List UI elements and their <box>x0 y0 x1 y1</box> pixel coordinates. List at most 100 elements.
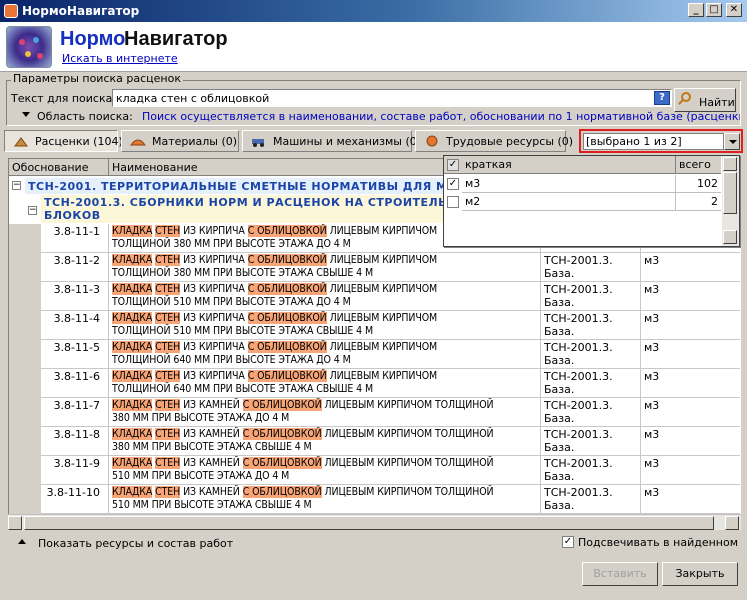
cell-unit: м3 <box>641 369 740 398</box>
highlight-label: Подсвечивать в найденном <box>578 536 739 549</box>
cell-code: 3.8-11-10 <box>41 485 109 514</box>
cell-justification: ТСН-2001.3. База.Сб.8, т.11, поз.7 <box>541 398 641 427</box>
row-gutter <box>9 340 41 369</box>
cell-code: 3.8-11-1 <box>41 224 109 253</box>
minimize-button[interactable]: _ <box>688 3 704 17</box>
match-highlight: СТЕН <box>155 254 181 266</box>
cell-name: КЛАДКА СТЕН ИЗ КИРПИЧА С ОБЛИЦОВКОЙ ЛИЦЕ… <box>109 311 541 340</box>
dropdown-scrollbar[interactable] <box>722 156 739 246</box>
row-gutter <box>9 485 41 514</box>
match-highlight: С ОБЛИЦОВКОЙ <box>242 486 322 498</box>
find-button[interactable]: Найти <box>674 88 736 112</box>
cell-name: КЛАДКА СТЕН ИЗ КАМНЕЙ С ОБЛИЦОВКОЙ ЛИЦЕВ… <box>109 427 541 456</box>
scroll-left-button[interactable] <box>8 516 22 530</box>
highlight-checkbox[interactable]: ✓ <box>562 536 574 548</box>
labor-icon <box>426 135 438 147</box>
column-header-code[interactable]: Обоснование <box>9 159 109 176</box>
table-row[interactable]: 3.8-11-3 КЛАДКА СТЕН ИЗ КИРПИЧА С ОБЛИЦОВ… <box>9 282 740 311</box>
dropdown-scroll-thumb[interactable] <box>723 172 737 214</box>
search-internet-link[interactable]: Искать в интернете <box>62 52 178 65</box>
machines-icon <box>252 139 264 147</box>
table-row[interactable]: 3.8-11-10 КЛАДКА СТЕН ИЗ КАМНЕЙ С ОБЛИЦОВ… <box>9 485 740 514</box>
item-checkbox-m3[interactable]: ✓ <box>447 178 459 190</box>
dropdown-header: ✓ краткая всего <box>444 156 721 174</box>
cell-unit: м3 <box>641 398 740 427</box>
cell-justification: ТСН-2001.3. База.Сб.8, т.11, поз.3 <box>541 282 641 311</box>
collapse-group-icon[interactable]: − <box>12 181 21 190</box>
tab-machines[interactable]: Машины и механизмы (0) <box>242 130 421 152</box>
match-highlight: С ОБЛИЦОВКОЙ <box>247 370 327 382</box>
match-highlight: С ОБЛИЦОВКОЙ <box>247 225 327 237</box>
cell-name: КЛАДКА СТЕН ИЗ КАМНЕЙ С ОБЛИЦОВКОЙ ЛИЦЕВ… <box>109 456 541 485</box>
table-row[interactable]: 3.8-11-4 КЛАДКА СТЕН ИЗ КИРПИЧА С ОБЛИЦОВ… <box>9 311 740 340</box>
dropdown-col-total: всего <box>679 158 711 171</box>
match-highlight: С ОБЛИЦОВКОЙ <box>247 312 327 324</box>
table-row[interactable]: 3.8-11-2 КЛАДКА СТЕН ИЗ КИРПИЧА С ОБЛИЦОВ… <box>9 253 740 282</box>
cell-unit: м3 <box>641 253 740 282</box>
cell-code: 3.8-11-5 <box>41 340 109 369</box>
table-row[interactable]: 3.8-11-9 КЛАДКА СТЕН ИЗ КАМНЕЙ С ОБЛИЦОВК… <box>9 456 740 485</box>
tab-labor[interactable]: Трудовые ресурсы (0) <box>415 130 573 152</box>
search-text-label: Текст для поиска: <box>11 92 117 105</box>
row-gutter <box>9 253 41 282</box>
cell-code: 3.8-11-2 <box>41 253 109 282</box>
tab-rates[interactable]: Расценки (104) <box>4 130 123 152</box>
table-row[interactable]: 3.8-11-8 КЛАДКА СТЕН ИЗ КАМНЕЙ С ОБЛИЦОВК… <box>9 427 740 456</box>
match-highlight: С ОБЛИЦОВКОЙ <box>242 457 322 469</box>
cell-unit: м3 <box>641 485 740 514</box>
select-all-checkbox[interactable]: ✓ <box>447 159 459 171</box>
cell-justification: ТСН-2001.3. База.Сб.8, т.11, поз.5 <box>541 340 641 369</box>
row-gutter <box>9 456 41 485</box>
help-icon[interactable]: ? <box>654 91 670 105</box>
cell-name: КЛАДКА СТЕН ИЗ КИРПИЧА С ОБЛИЦОВКОЙ ЛИЦЕ… <box>109 282 541 311</box>
row-gutter <box>9 398 41 427</box>
table-row[interactable]: 3.8-11-5 КЛАДКА СТЕН ИЗ КИРПИЧА С ОБЛИЦОВ… <box>9 340 740 369</box>
match-highlight: СТЕН <box>155 283 181 295</box>
insert-button[interactable]: Вставить <box>582 562 658 586</box>
match-highlight: КЛАДКА <box>112 254 153 266</box>
match-highlight: С ОБЛИЦОВКОЙ <box>247 254 327 266</box>
cell-name: КЛАДКА СТЕН ИЗ КИРПИЧА С ОБЛИЦОВКОЙ ЛИЦЕ… <box>109 340 541 369</box>
cell-name: КЛАДКА СТЕН ИЗ КИРПИЧА С ОБЛИЦОВКОЙ ЛИЦЕ… <box>109 369 541 398</box>
match-highlight: СТЕН <box>155 341 181 353</box>
logo <box>6 26 52 68</box>
materials-icon <box>130 139 146 146</box>
table-row[interactable]: 3.8-11-7 КЛАДКА СТЕН ИЗ КАМНЕЙ С ОБЛИЦОВК… <box>9 398 740 427</box>
maximize-button[interactable]: □ <box>706 3 722 17</box>
dropdown-scroll-up[interactable] <box>723 157 737 171</box>
cell-code: 3.8-11-4 <box>41 311 109 340</box>
match-highlight: СТЕН <box>155 486 181 498</box>
cell-justification: ТСН-2001.3. База.Сб.8, т.11, поз.8 <box>541 427 641 456</box>
table-row[interactable]: 3.8-11-6 КЛАДКА СТЕН ИЗ КИРПИЧА С ОБЛИЦОВ… <box>9 369 740 398</box>
close-window-button[interactable]: ✕ <box>726 3 742 17</box>
match-highlight: С ОБЛИЦОВКОЙ <box>247 341 327 353</box>
scope-expand-icon[interactable] <box>22 112 30 117</box>
chevron-down-icon[interactable] <box>724 133 740 150</box>
match-highlight: КЛАДКА <box>112 225 153 237</box>
match-highlight: КЛАДКА <box>112 341 153 353</box>
cell-justification: ТСН-2001.3. База.Сб.8, т.11, поз.6 <box>541 369 641 398</box>
show-resources-toggle[interactable]: Показать ресурсы и состав работ <box>38 537 233 550</box>
brand-name-part1: Нормо <box>60 28 126 50</box>
unit-filter-select[interactable]: [выбрано 1 из 2] <box>583 133 724 150</box>
match-highlight: КЛАДКА <box>112 428 153 440</box>
item-checkbox-m2[interactable] <box>447 196 459 208</box>
horizontal-scrollbar[interactable] <box>8 514 741 530</box>
tab-materials[interactable]: Материалы (0) <box>121 130 239 152</box>
scope-description: Поиск осуществляется в наименовании, сос… <box>142 110 740 123</box>
collapse-subgroup-icon[interactable]: − <box>28 206 37 215</box>
match-highlight: СТЕН <box>155 428 181 440</box>
dropdown-scroll-down[interactable] <box>723 230 737 244</box>
scroll-right-button[interactable] <box>725 516 739 530</box>
cell-code: 3.8-11-8 <box>41 427 109 456</box>
scroll-thumb[interactable] <box>24 516 714 530</box>
close-button[interactable]: Закрыть <box>662 562 738 586</box>
cell-code: 3.8-11-6 <box>41 369 109 398</box>
match-highlight: СТЕН <box>155 457 181 469</box>
cell-unit: м3 <box>641 311 740 340</box>
search-input[interactable]: кладка стен с облицовкой <box>112 89 672 107</box>
cell-unit: м3 <box>641 456 740 485</box>
show-resources-icon[interactable] <box>18 539 26 544</box>
match-highlight: СТЕН <box>155 370 181 382</box>
search-params-title: Параметры поиска расценок <box>11 72 183 85</box>
